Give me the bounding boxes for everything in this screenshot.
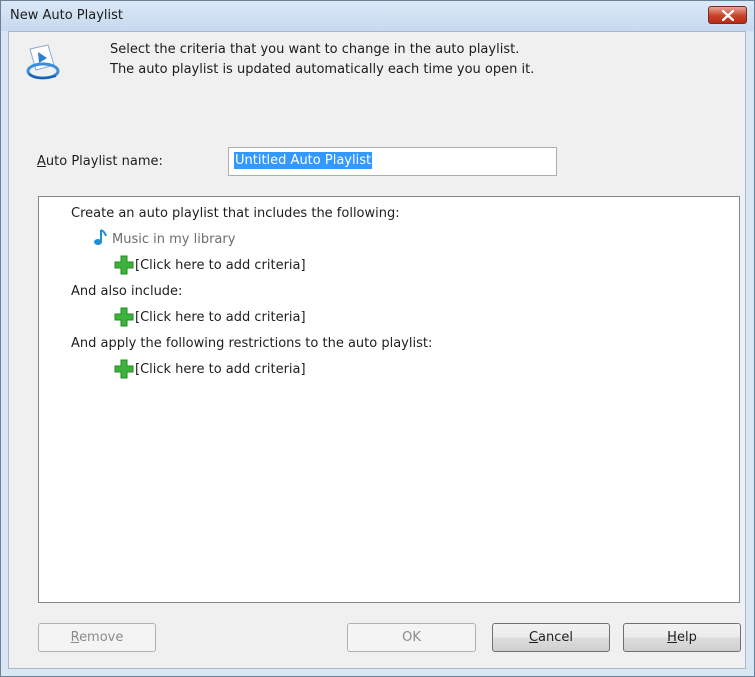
close-button[interactable] — [708, 6, 747, 24]
add-criteria-link-3[interactable]: [Click here to add criteria] — [135, 362, 306, 377]
ok-button[interactable]: OK — [347, 623, 476, 652]
include-heading: Create an auto playlist that includes th… — [71, 206, 400, 221]
add-criteria-link-1[interactable]: [Click here to add criteria] — [135, 258, 306, 273]
criteria-panel[interactable]: Create an auto playlist that includes th… — [38, 196, 740, 603]
close-icon — [722, 10, 734, 21]
playlist-name-input[interactable]: Untitled Auto Playlist — [228, 147, 557, 176]
cancel-button[interactable]: Cancel — [492, 623, 610, 652]
also-include-heading: And also include: — [71, 284, 183, 299]
playlist-name-value[interactable]: Untitled Auto Playlist — [234, 152, 373, 169]
title-bar[interactable]: New Auto Playlist — [1, 1, 754, 31]
window-title: New Auto Playlist — [10, 8, 124, 23]
remove-button[interactable]: Remove — [38, 623, 156, 652]
playlist-disc-icon — [26, 44, 60, 80]
restrictions-heading: And apply the following restrictions to … — [71, 336, 433, 351]
dialog-window: New Auto Playlist Select the criteria th… — [0, 0, 755, 677]
add-criteria-link-2[interactable]: [Click here to add criteria] — [135, 310, 306, 325]
playlist-name-label: Auto Playlist name: — [37, 154, 163, 169]
music-in-library-item[interactable]: Music in my library — [112, 232, 235, 247]
instruction-line-2: The auto playlist is updated automatical… — [110, 62, 535, 77]
green-plus-icon[interactable] — [114, 255, 134, 275]
instruction-line-1: Select the criteria that you want to cha… — [110, 42, 520, 57]
green-plus-icon[interactable] — [114, 307, 134, 327]
music-note-icon — [94, 229, 107, 245]
green-plus-icon[interactable] — [114, 359, 134, 379]
help-button[interactable]: Help — [623, 623, 741, 652]
